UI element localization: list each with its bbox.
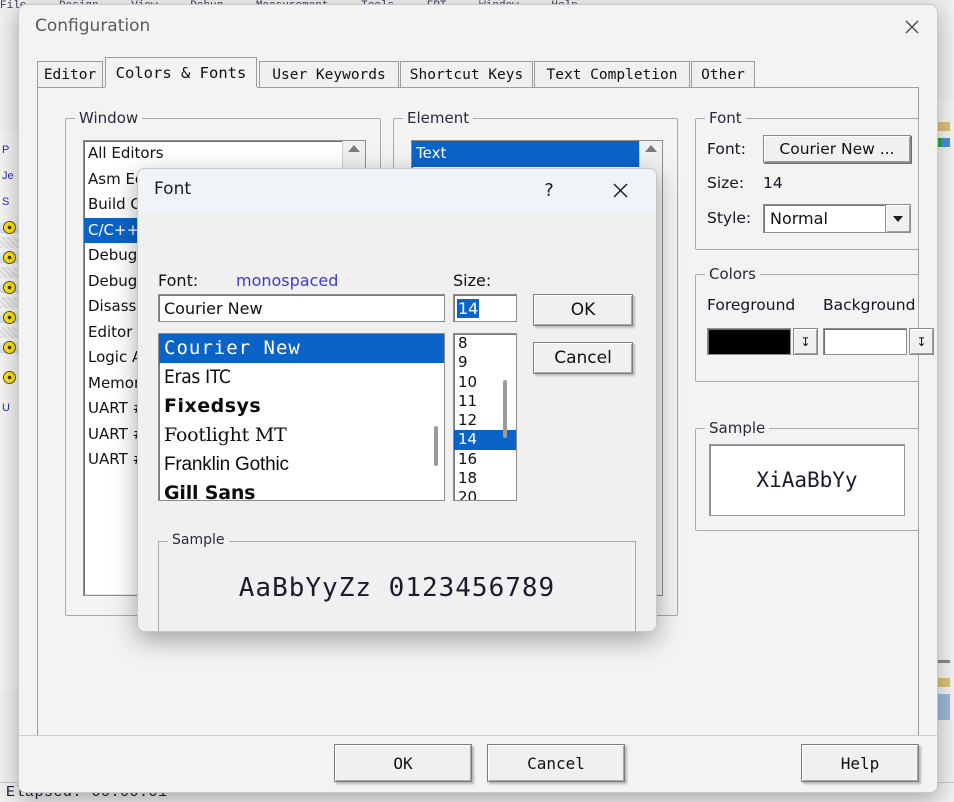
tab-editor[interactable]: Editor xyxy=(37,61,103,87)
sample-preview-text: XiAaBbYy xyxy=(756,468,858,492)
colors-groupbox-label: Colors xyxy=(705,265,760,283)
font-dialog-title: Font xyxy=(154,179,192,199)
font-name-label: Font: xyxy=(158,271,199,290)
colors-groupbox: Colors Foreground Background ↧ ↧ xyxy=(695,265,934,382)
foreground-color-dropdown[interactable]: ↧ xyxy=(793,328,818,355)
size-value-text: 14 xyxy=(763,174,783,192)
font-dialog-sample-groupbox: Sample AaBbYyZz 0123456789 xyxy=(158,532,636,631)
left-panel-label: Je xyxy=(2,170,14,182)
font-size-input-value: 14 xyxy=(457,298,480,318)
font-list-scrollbar-thumb[interactable] xyxy=(434,426,438,466)
list-item-selected[interactable]: Text xyxy=(412,141,662,167)
size-list-scrollbar-thumb[interactable] xyxy=(503,380,507,438)
scroll-up-arrow-icon[interactable] xyxy=(348,145,360,152)
font-size-label: Size: xyxy=(453,271,492,290)
foreground-label: Foreground xyxy=(707,296,796,314)
font-groupbox-label: Font xyxy=(705,109,746,127)
breakpoint-icon[interactable] xyxy=(4,312,15,323)
font-list-item[interactable]: Eras ITC xyxy=(159,363,444,392)
font-list-item-label: Courier New xyxy=(164,337,301,359)
breakpoint-icon[interactable] xyxy=(4,252,15,263)
chevron-down-icon[interactable] xyxy=(885,205,910,232)
style-field-label: Style: xyxy=(707,209,752,227)
font-list-item[interactable]: Footlight MT xyxy=(159,421,444,450)
font-family-list[interactable]: Courier New Eras ITC Fixedsys Footlight … xyxy=(158,333,445,501)
font-dialog-cancel-button[interactable]: Cancel xyxy=(533,342,633,374)
tab-colors-and-fonts[interactable]: Colors & Fonts xyxy=(105,57,257,88)
font-category-text: monospaced xyxy=(236,271,339,290)
tab-text-completion[interactable]: Text Completion xyxy=(534,61,690,87)
tab-user-keywords[interactable]: User Keywords xyxy=(259,61,399,87)
font-size-input[interactable]: 14 xyxy=(453,294,517,322)
size-list-item[interactable]: 20 xyxy=(454,488,516,500)
left-panel-label: P xyxy=(2,144,10,156)
background-color-dropdown[interactable]: ↧ xyxy=(909,328,934,355)
font-dialog-ok-button[interactable]: OK xyxy=(533,294,633,326)
foreground-color-swatch[interactable] xyxy=(707,328,791,355)
style-select[interactable]: Normal xyxy=(763,204,911,233)
breakpoint-icon[interactable] xyxy=(4,222,15,233)
font-size-list[interactable]: 8 9 10 11 12 14 16 18 20 22 xyxy=(453,333,517,501)
font-list-item-label: Eras ITC xyxy=(164,366,231,388)
font-dialog-body: Font: monospaced Courier New Size: 14 Co… xyxy=(138,211,656,631)
font-list-item-selected[interactable]: Courier New xyxy=(159,334,444,363)
left-panel-label: S xyxy=(2,196,10,208)
size-list-item[interactable]: 16 xyxy=(454,450,516,469)
tab-shortcut-keys[interactable]: Shortcut Keys xyxy=(400,61,533,87)
breakpoint-icon[interactable] xyxy=(4,372,15,383)
breakpoint-icon[interactable] xyxy=(4,282,15,293)
sample-groupbox-label: Sample xyxy=(705,419,770,437)
tab-other[interactable]: Other xyxy=(691,61,755,87)
background-color-swatch[interactable] xyxy=(823,328,907,355)
tab-active-mask xyxy=(105,87,257,89)
font-dialog-sample-text: AaBbYyZz 0123456789 xyxy=(238,573,556,603)
window-groupbox-label: Window xyxy=(75,109,143,127)
tab-bar[interactable]: Editor Colors & Fonts User Keywords Shor… xyxy=(37,57,919,88)
font-field-label: Font: xyxy=(707,140,746,158)
size-field-label: Size: xyxy=(707,174,745,192)
size-list-item[interactable]: 9 xyxy=(454,353,516,372)
question-mark-icon[interactable]: ? xyxy=(527,169,571,211)
size-list-item[interactable]: 8 xyxy=(454,334,516,353)
font-list-item[interactable]: Franklin Gothic xyxy=(159,450,444,479)
font-list-item[interactable]: Fixedsys xyxy=(159,392,444,421)
close-icon[interactable] xyxy=(887,5,937,49)
font-list-item-label: Gill Sans xyxy=(164,482,256,501)
breakpoint-icon[interactable] xyxy=(4,342,15,353)
element-groupbox-label: Element xyxy=(403,109,474,127)
configuration-footer: OK Cancel Help xyxy=(19,735,937,792)
arrow-down-icon: ↧ xyxy=(800,334,811,349)
scroll-up-arrow-icon[interactable] xyxy=(645,145,657,152)
arrow-down-icon: ↧ xyxy=(916,334,927,349)
cancel-button[interactable]: Cancel xyxy=(487,744,625,782)
configuration-titlebar[interactable]: Configuration xyxy=(19,5,937,52)
font-list-item[interactable]: Gill Sans xyxy=(159,479,444,501)
font-groupbox: Font Font: Courier New ... Size: 14 Styl… xyxy=(695,109,919,250)
style-select-value: Normal xyxy=(770,209,828,228)
font-dialog-titlebar[interactable]: Font ? xyxy=(138,169,656,211)
ok-button[interactable]: OK xyxy=(334,744,472,782)
list-item[interactable]: All Editors xyxy=(84,141,365,167)
size-list-item[interactable]: 18 xyxy=(454,469,516,488)
sample-preview: XiAaBbYy xyxy=(709,444,905,516)
sample-groupbox: Sample XiAaBbYy xyxy=(695,419,919,531)
window-title: Configuration xyxy=(35,16,151,36)
font-list-item-label: Footlight MT xyxy=(164,424,287,446)
font-list-item-label: Fixedsys xyxy=(164,395,262,417)
help-button[interactable]: Help xyxy=(801,744,919,782)
left-panel-label: U xyxy=(2,402,10,414)
background-label: Background xyxy=(823,296,916,314)
font-dialog: Font ? Font: monospaced Courier New Size… xyxy=(137,168,657,632)
font-picker-button[interactable]: Courier New ... xyxy=(763,135,911,163)
font-list-item-label: Franklin Gothic xyxy=(164,454,289,475)
font-name-input[interactable]: Courier New xyxy=(158,294,445,322)
close-icon[interactable] xyxy=(592,169,648,211)
